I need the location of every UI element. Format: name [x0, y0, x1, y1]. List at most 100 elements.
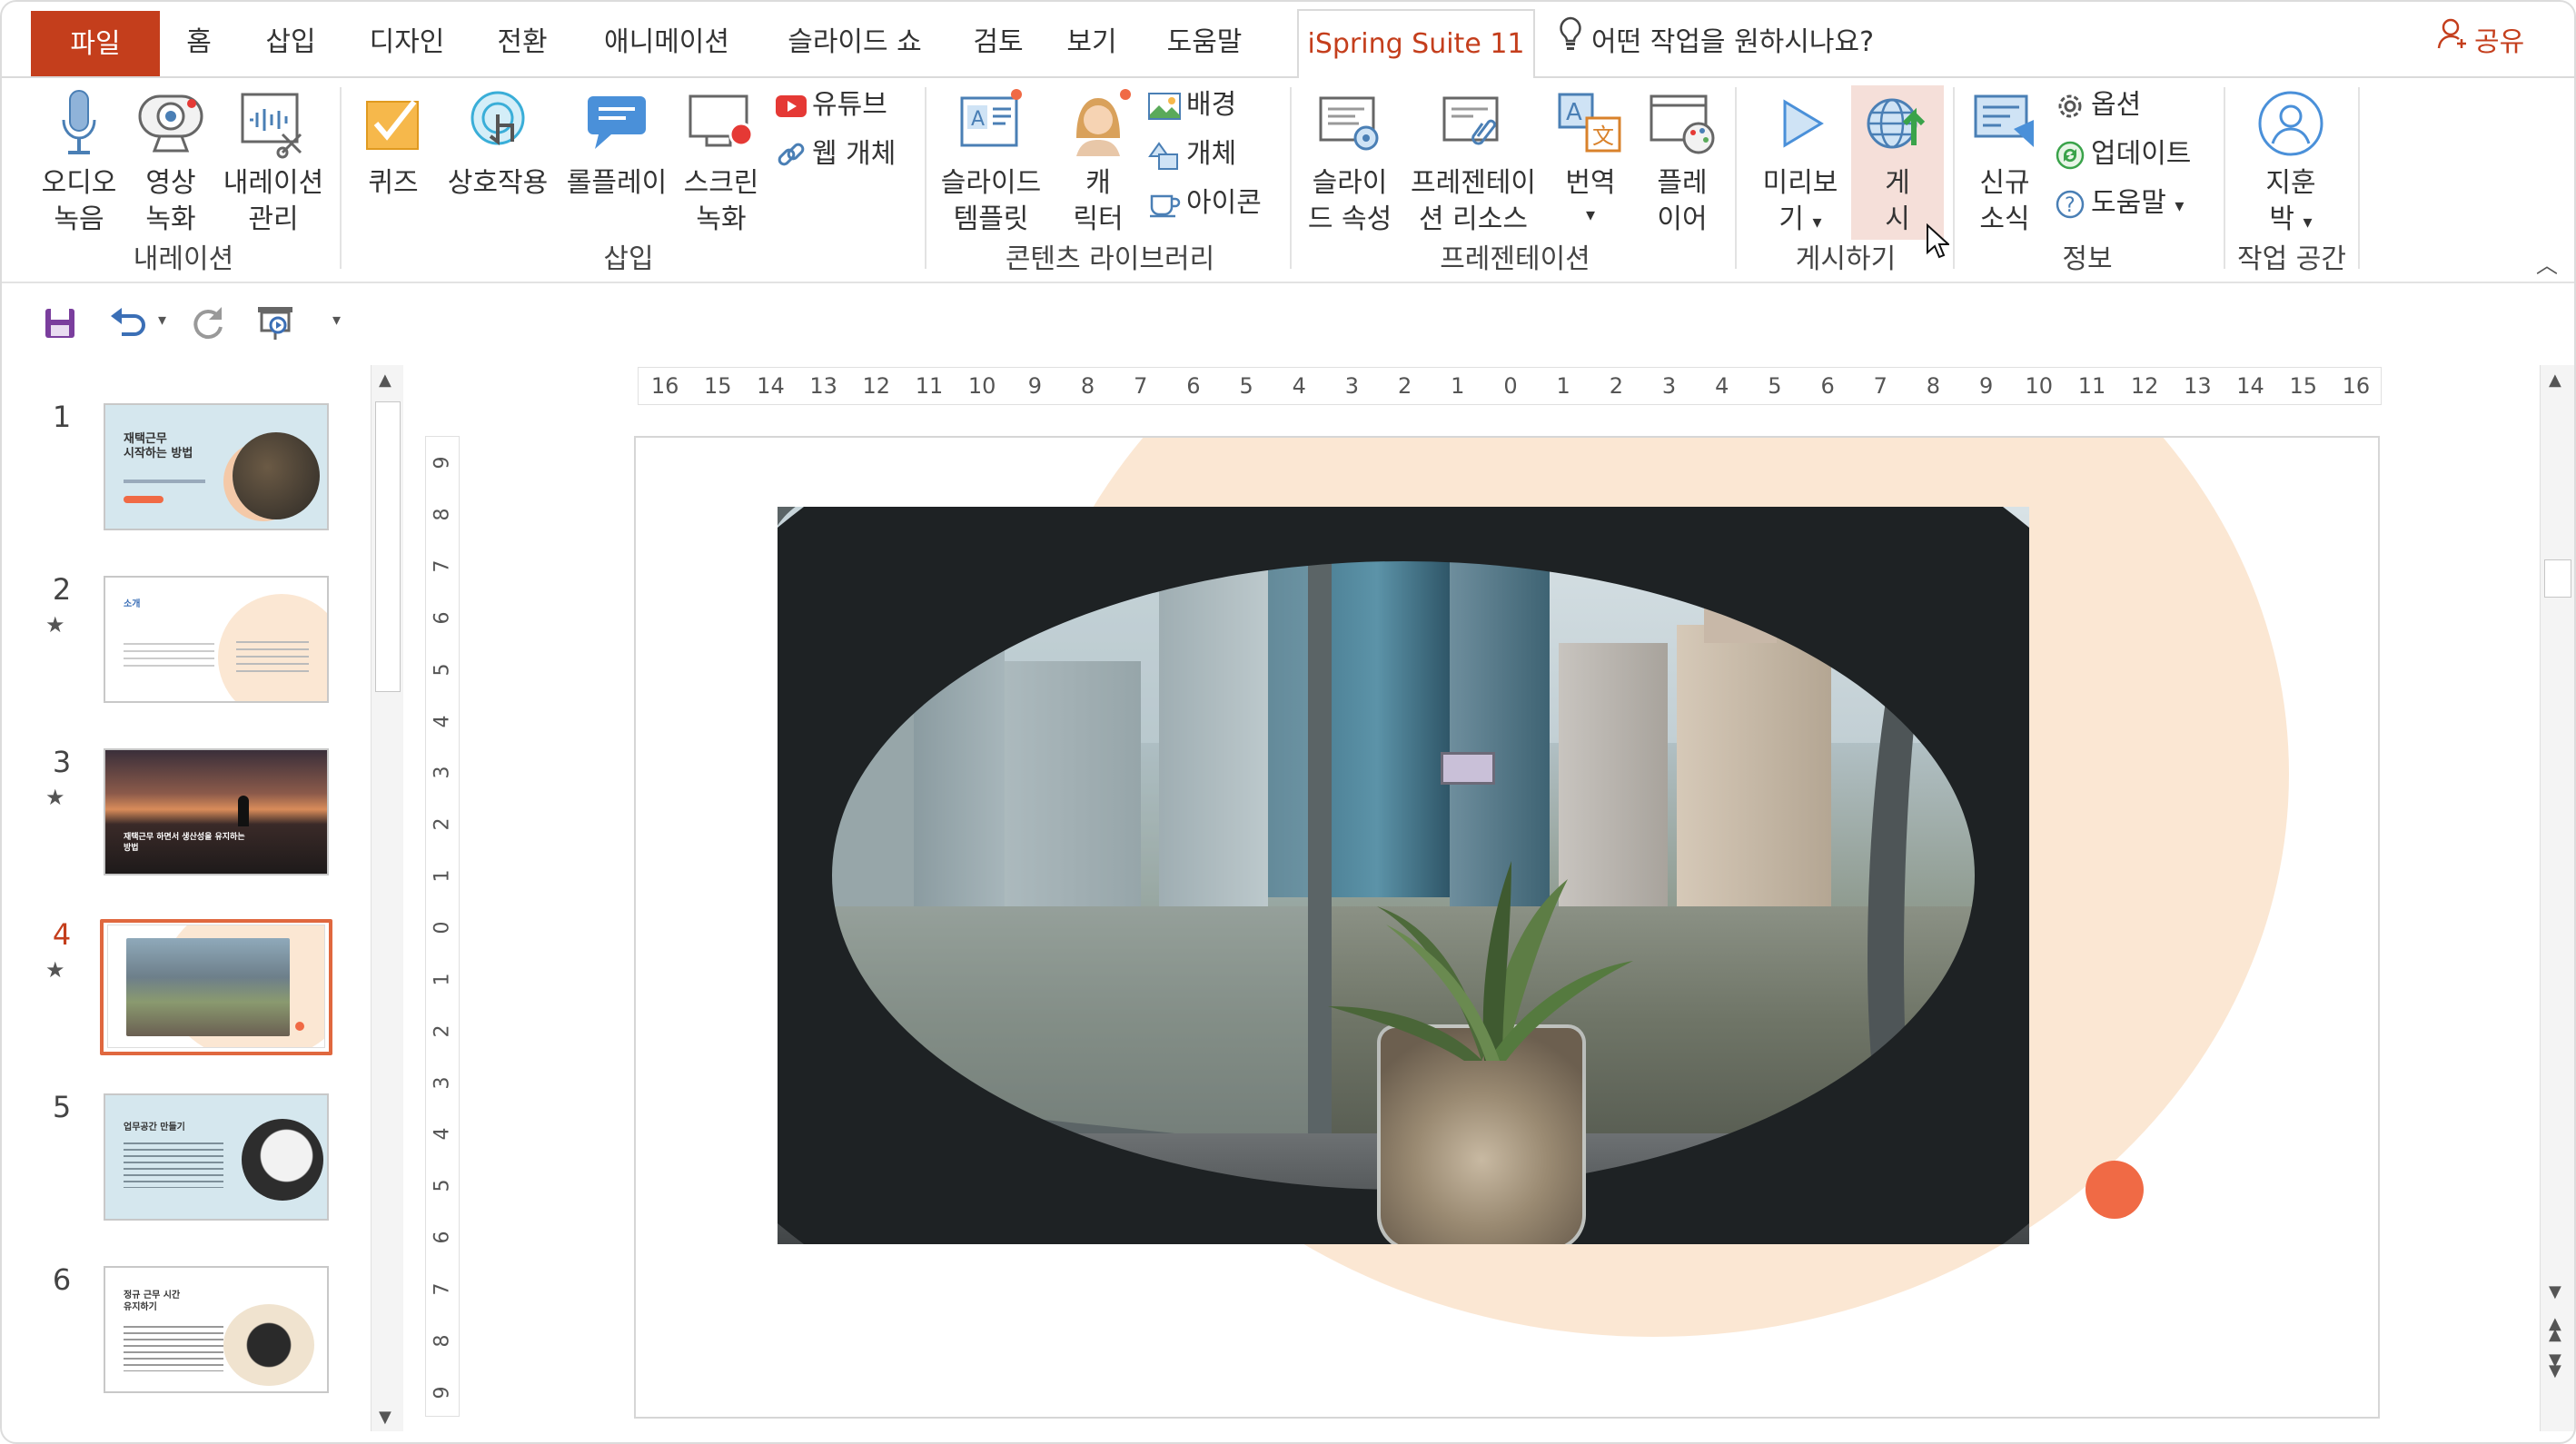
publish-button[interactable]: 게 시 [1851, 84, 1944, 238]
next-slide-icon[interactable]: ▼ ▼ [2549, 1352, 2561, 1380]
record-audio-button[interactable]: 오디오 녹음 [29, 84, 129, 238]
ruler-tick-label: 8 [1926, 373, 1941, 399]
slide-thumbnail[interactable]: 소개 [104, 576, 329, 703]
characters-button[interactable]: 캐 릭터 [1055, 84, 1141, 238]
slide-thumbnail-title: 재택근무 하면서 생산성을 유지하는 방법 [124, 833, 245, 853]
tab-home[interactable]: 홈 [171, 9, 227, 76]
group-workspace-label: 작업 공간 [2237, 243, 2346, 275]
youtube-label: 유튜브 [812, 89, 887, 121]
tab-design[interactable]: 디자인 [352, 9, 461, 76]
scroll-down-icon[interactable]: ▼ [379, 1408, 391, 1427]
tab-file[interactable]: 파일 [31, 11, 160, 76]
manage-narration-button[interactable]: 내레이션 관리 [216, 84, 331, 238]
slide-settings-icon [1299, 87, 1401, 160]
ispring-ribbon: 오디오 녹음 영상 녹화 내레이션 관리 내레이션 퀴즈 상호작용 롤플레이 스… [2, 78, 2574, 283]
presentation-resources-button[interactable]: 프레젠테이 션 리소스 [1401, 84, 1546, 238]
record-video-button[interactable]: 영상 녹화 [124, 84, 218, 238]
previous-slide-icon[interactable]: ▲ ▲ [2549, 1316, 2561, 1343]
ruler-tick-label: 2 [1609, 373, 1623, 399]
vertical-ruler[interactable]: 9 8 7 6 5 4 3 2 1 0 1 2 3 4 5 6 7 8 9 [425, 436, 460, 1417]
ruler-tick-label: 4 [1715, 373, 1729, 399]
translate-button[interactable]: A文 번역 ▾ [1551, 84, 1630, 227]
tell-me-text: 어떤 작업을 원하시나요? [1591, 26, 1874, 58]
undo-icon[interactable] [109, 305, 149, 341]
thumbnail-scrollbar[interactable]: ▲ ▼ [371, 365, 403, 1431]
roleplay-label: 롤플레이 [566, 167, 668, 199]
slide-properties-button[interactable]: 슬라이 드 속성 [1299, 84, 1401, 238]
scrollbar-thumb[interactable] [375, 401, 401, 692]
slide-templates-button[interactable]: A 슬라이드 템플릿 [932, 84, 1050, 238]
ruler-tick-label: 12 [2130, 373, 2159, 399]
ruler-tick-label: 15 [703, 373, 732, 399]
group-separator [2358, 87, 2360, 269]
current-slide[interactable] [634, 436, 2380, 1419]
ruler-tick-label: 7 [1873, 373, 1887, 399]
horizontal-ruler[interactable]: 16 15 14 13 12 11 10 9 8 7 6 5 4 3 2 1 0 1 2 3 4 5 6 7 8 9 10 11 12 1… [638, 367, 2382, 405]
tab-review[interactable]: 검토 [959, 9, 1037, 76]
options-button[interactable]: 옵션 [2055, 87, 2141, 124]
ruler-tick-label: 8 [1080, 373, 1095, 399]
backgrounds-button[interactable]: 배경 [1148, 87, 1236, 124]
ruler-tick-label: 7 [1134, 373, 1148, 399]
tab-slideshow[interactable]: 슬라이드 쇼 [770, 9, 939, 76]
roleplay-button[interactable]: 롤플레이 [560, 84, 674, 202]
preview-button[interactable]: 미리보 기 ▾ [1755, 84, 1846, 240]
customize-toolbar-icon[interactable]: ▾ [332, 311, 341, 330]
tell-me-box[interactable]: 어떤 작업을 원하시나요? [1557, 9, 1874, 76]
options-label: 옵션 [2091, 89, 2142, 121]
quiz-button[interactable]: 퀴즈 [356, 84, 431, 202]
user-account-button[interactable]: 지훈 박 ▾ [2240, 84, 2342, 240]
slide-thumbnail[interactable]: 정규 근무 시간 유지하기 [104, 1266, 329, 1393]
interaction-button[interactable]: 상호작용 [436, 84, 560, 202]
whats-new-button[interactable]: 신규 소식 [1962, 84, 2047, 238]
save-icon[interactable] [44, 307, 76, 343]
user-label-2: 박 ▾ [2269, 203, 2313, 235]
redo-icon[interactable] [191, 305, 227, 345]
scrollbar-thumb[interactable] [2544, 559, 2571, 598]
preview-label-1: 미리보 [1762, 167, 1838, 199]
record-audio-label-2: 녹음 [54, 203, 104, 235]
group-insert-label: 삽입 [603, 243, 654, 275]
icons-button[interactable]: 아이콘 [1148, 185, 1262, 222]
ruler-tick-label: 16 [2342, 373, 2371, 399]
link-icon [776, 138, 812, 170]
ruler-tick-label: 10 [967, 373, 996, 399]
translate-dropdown-icon: ▾ [1585, 203, 1596, 225]
slide-thumbnail[interactable]: 업무공간 만들기 [104, 1093, 329, 1221]
gear-icon [2055, 89, 2091, 121]
collapse-ribbon-icon[interactable]: ︿ [2536, 247, 2558, 279]
slideshow-from-start-icon[interactable] [256, 305, 296, 345]
scroll-up-icon[interactable]: ▲ [379, 371, 391, 390]
play-icon [1755, 87, 1846, 160]
window-city-photo[interactable] [778, 507, 2029, 1244]
slide-thumbnail[interactable]: 재택근무 시작하는 방법 [104, 403, 329, 530]
ruler-tick-label: 12 [862, 373, 891, 399]
translate-icon: A文 [1551, 87, 1630, 160]
web-object-label: 웹 개체 [812, 138, 897, 170]
slide-thumbnail[interactable] [107, 925, 325, 1048]
ruler-tick-label: 1 [1451, 373, 1465, 399]
thumbnail-body-text [124, 1326, 223, 1371]
web-object-button[interactable]: 웹 개체 [776, 136, 896, 173]
share-button[interactable]: 공유 [2436, 9, 2524, 76]
objects-button[interactable]: 개체 [1148, 136, 1236, 173]
youtube-button[interactable]: 유튜브 [776, 87, 887, 124]
scroll-down-icon[interactable]: ▼ [2549, 1282, 2561, 1301]
tab-animations[interactable]: 애니메이션 [583, 9, 750, 76]
tab-transitions[interactable]: 전환 [481, 9, 563, 76]
tab-view[interactable]: 보기 [1055, 9, 1128, 76]
scroll-up-icon[interactable]: ▲ [2549, 371, 2561, 390]
tab-help[interactable]: 도움말 [1148, 9, 1261, 76]
slide-thumbnail[interactable]: 재택근무 하면서 생산성을 유지하는 방법 [104, 748, 329, 875]
screen-record-button[interactable]: 스크린 녹화 [674, 84, 768, 238]
tab-ispring[interactable]: iSpring Suite 11 [1297, 9, 1535, 80]
cup-icon [1148, 187, 1186, 219]
editor-scrollbar[interactable]: ▲ ▼ ▲ ▲ ▼ ▼ [2540, 365, 2574, 1431]
group-publishing-label: 게시하기 [1795, 243, 1897, 275]
help-button[interactable]: ? 도움말 ▾ [2055, 185, 2184, 223]
updates-button[interactable]: 업데이트 [2055, 136, 2191, 173]
shapes-icon [1148, 138, 1186, 170]
tab-insert[interactable]: 삽입 [247, 9, 334, 76]
undo-dropdown-icon[interactable]: ▾ [158, 311, 166, 330]
player-button[interactable]: 플레 이어 [1639, 84, 1726, 238]
